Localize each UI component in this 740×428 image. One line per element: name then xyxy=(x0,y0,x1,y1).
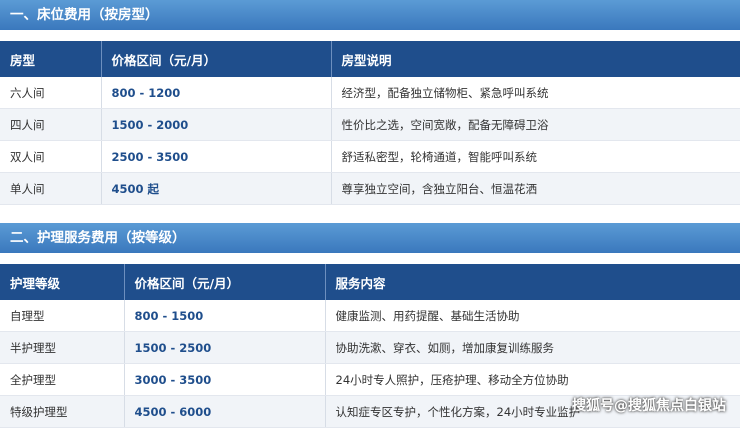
description-cell: 尊享独立空间，含独立阳台、恒温花洒 xyxy=(331,172,740,205)
column-header-price-range: 价格区间（元/月） xyxy=(124,264,326,300)
table-row: 半护理型 1500 - 2500 协助洗漱、穿衣、如厕，增加康复训练服务 xyxy=(0,331,740,364)
table-header-row: 护理等级 价格区间（元/月） 服务内容 xyxy=(0,264,740,300)
table-row: 四人间 1500 - 2000 性价比之选，空间宽敞，配备无障碍卫浴 xyxy=(0,108,740,141)
bed-fees-table: 房型 价格区间（元/月） 房型说明 六人间 800 - 1200 经济型，配备独… xyxy=(0,41,740,205)
price-cell: 4500 起 xyxy=(101,172,332,205)
room-type-cell: 六人间 xyxy=(0,77,102,109)
column-header-price-range: 价格区间（元/月） xyxy=(101,41,332,77)
column-header-service-content: 服务内容 xyxy=(325,264,740,300)
section-title-bed-fees: 一、床位费用（按房型） xyxy=(0,0,740,30)
price-cell: 800 - 1200 xyxy=(101,77,332,109)
description-cell: 性价比之选，空间宽敞，配备无障碍卫浴 xyxy=(331,108,740,141)
room-type-cell: 双人间 xyxy=(0,140,102,173)
section-title-nursing-fees: 二、护理服务费用（按等级） xyxy=(0,223,740,253)
price-cell: 3000 - 3500 xyxy=(124,363,326,396)
service-cell: 健康监测、用药提醒、基础生活协助 xyxy=(325,300,740,332)
service-cell: 协助洗漱、穿衣、如厕，增加康复训练服务 xyxy=(325,331,740,364)
room-type-cell: 四人间 xyxy=(0,108,102,141)
description-cell: 舒适私密型，轮椅通道，智能呼叫系统 xyxy=(331,140,740,173)
column-header-nursing-level: 护理等级 xyxy=(0,264,125,300)
watermark: 搜狐号@搜狐焦点白银站 xyxy=(572,398,726,414)
table-header-row: 房型 价格区间（元/月） 房型说明 xyxy=(0,41,740,77)
table-row: 自理型 800 - 1500 健康监测、用药提醒、基础生活协助 xyxy=(0,300,740,332)
price-cell: 800 - 1500 xyxy=(124,300,326,332)
table-row: 全护理型 3000 - 3500 24小时专人照护，压疮护理、移动全方位协助 xyxy=(0,363,740,396)
room-type-cell: 单人间 xyxy=(0,172,102,205)
nursing-level-cell: 自理型 xyxy=(0,300,125,332)
column-header-room-type: 房型 xyxy=(0,41,102,77)
price-cell: 2500 - 3500 xyxy=(101,140,332,173)
table-row: 六人间 800 - 1200 经济型，配备独立储物柜、紧急呼叫系统 xyxy=(0,77,740,109)
column-header-room-description: 房型说明 xyxy=(331,41,740,77)
price-cell: 1500 - 2500 xyxy=(124,331,326,364)
nursing-level-cell: 半护理型 xyxy=(0,331,125,364)
nursing-level-cell: 全护理型 xyxy=(0,363,125,396)
table-row: 双人间 2500 - 3500 舒适私密型，轮椅通道，智能呼叫系统 xyxy=(0,140,740,173)
price-cell: 1500 - 2000 xyxy=(101,108,332,141)
service-cell: 24小时专人照护，压疮护理、移动全方位协助 xyxy=(325,363,740,396)
table-row: 单人间 4500 起 尊享独立空间，含独立阳台、恒温花洒 xyxy=(0,172,740,205)
description-cell: 经济型，配备独立储物柜、紧急呼叫系统 xyxy=(331,77,740,109)
